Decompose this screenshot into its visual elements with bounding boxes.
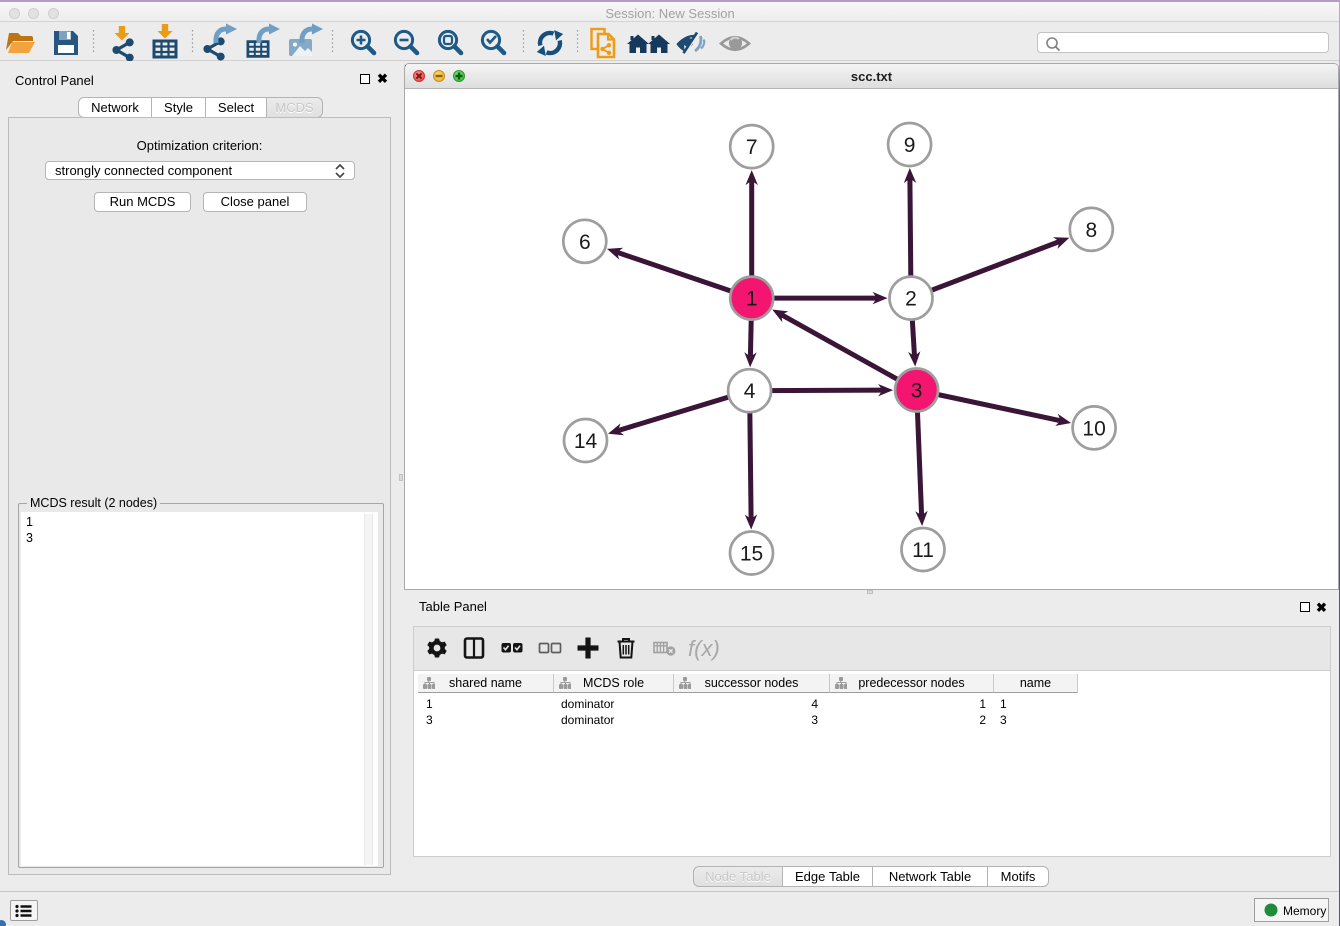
svg-text:6: 6 <box>579 231 591 254</box>
svg-text:14: 14 <box>574 430 598 453</box>
svg-text:15: 15 <box>740 543 763 566</box>
svg-text:8: 8 <box>1085 219 1097 242</box>
svg-text:10: 10 <box>1082 417 1105 440</box>
svg-text:f(x): f(x) <box>688 636 720 661</box>
svg-text:11: 11 <box>912 539 934 562</box>
svg-text:4: 4 <box>744 380 756 403</box>
svg-text:3: 3 <box>911 380 923 403</box>
svg-text:7: 7 <box>746 136 758 159</box>
svg-text:2: 2 <box>905 288 917 311</box>
svg-text:9: 9 <box>904 134 916 157</box>
svg-text:1: 1 <box>746 288 758 311</box>
